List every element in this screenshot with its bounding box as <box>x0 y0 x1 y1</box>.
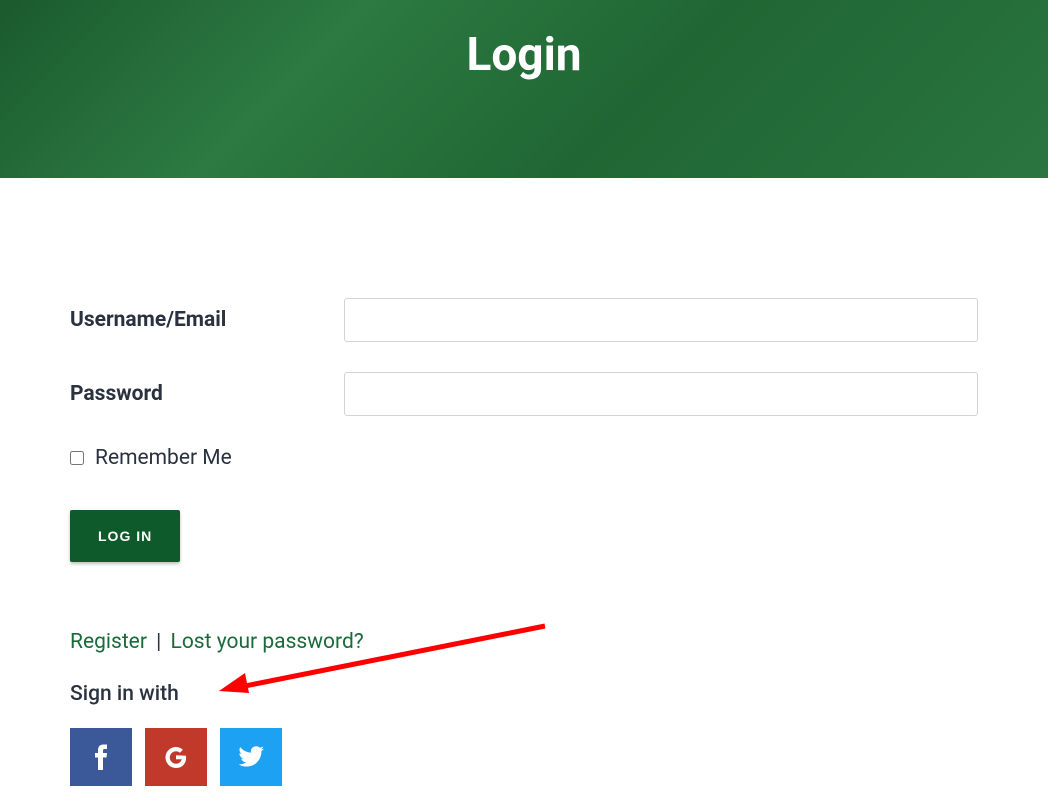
link-separator: | <box>156 630 161 654</box>
hero-banner: Login <box>0 0 1048 178</box>
remember-label: Remember Me <box>95 446 232 470</box>
page-title: Login <box>466 28 581 82</box>
facebook-login-button[interactable] <box>70 728 132 786</box>
lost-password-link[interactable]: Lost your password? <box>171 630 364 654</box>
social-login-row <box>70 728 978 786</box>
login-button[interactable]: LOG IN <box>70 510 180 562</box>
username-input[interactable] <box>344 298 978 342</box>
google-icon <box>164 745 188 769</box>
register-link[interactable]: Register <box>70 630 147 654</box>
google-login-button[interactable] <box>145 728 207 786</box>
auth-links: Register | Lost your password? <box>70 630 978 654</box>
username-label: Username/Email <box>70 308 344 332</box>
login-form-container: Username/Email Password Remember Me LOG … <box>0 178 1048 786</box>
remember-checkbox[interactable] <box>70 451 84 465</box>
social-heading: Sign in with <box>70 682 978 706</box>
password-row: Password <box>70 372 978 416</box>
remember-row: Remember Me <box>70 446 978 470</box>
twitter-login-button[interactable] <box>220 728 282 786</box>
facebook-icon <box>94 744 108 770</box>
username-row: Username/Email <box>70 298 978 342</box>
password-label: Password <box>70 382 344 406</box>
twitter-icon <box>238 746 264 768</box>
password-input[interactable] <box>344 372 978 416</box>
